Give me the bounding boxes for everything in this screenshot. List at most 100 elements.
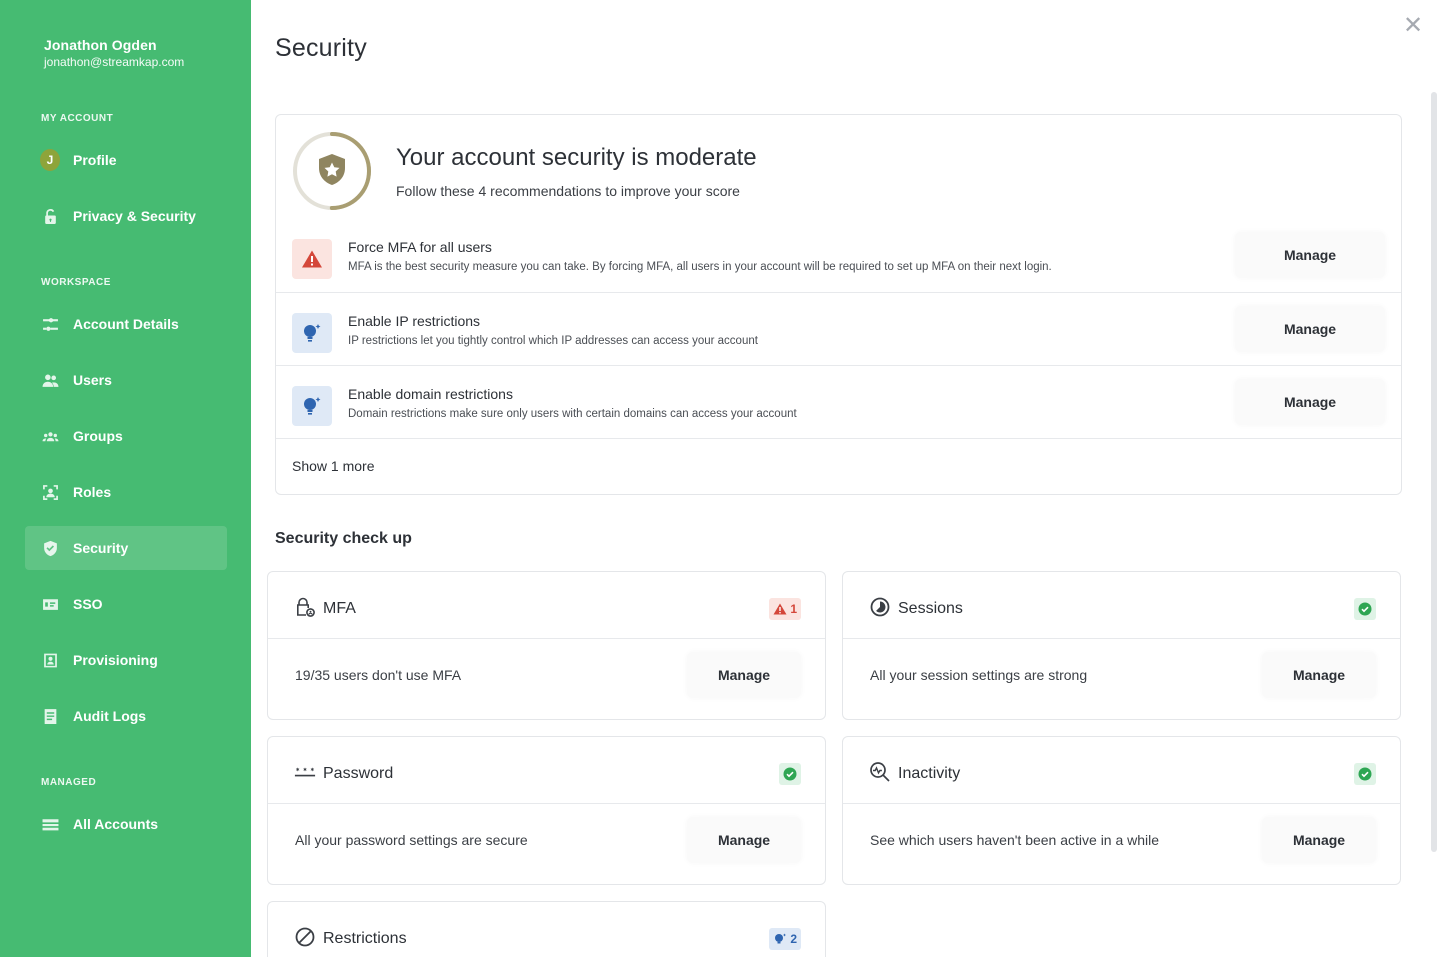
sidebar-item-profile[interactable]: J Profile [25, 138, 227, 182]
groups-icon [40, 426, 60, 446]
security-checkup-title: Security check up [275, 530, 412, 547]
card-header: Sessions [843, 572, 1400, 639]
manage-button[interactable]: Manage [687, 652, 801, 698]
sidebar-item-all-accounts[interactable]: All Accounts [25, 802, 227, 846]
sidebar-item-label: Account Details [73, 316, 179, 332]
card-text: See which users haven't been active in a… [870, 832, 1160, 848]
sidebar-item-account-details[interactable]: Account Details [25, 302, 227, 346]
sidebar-item-label: Users [73, 372, 112, 388]
section-label-managed: MANAGED [41, 777, 97, 788]
user-info: Jonathon Ogden jonathon@streamkap.com [44, 37, 184, 69]
check-icon [1354, 763, 1376, 785]
section-label-workspace: WORKSPACE [41, 277, 111, 288]
card-header: Restrictions 2 [268, 902, 825, 957]
card-text: All your session settings are strong [870, 667, 1088, 683]
manage-button[interactable]: Manage [1235, 232, 1385, 278]
recommendation-ip-restrictions: Enable IP restrictions IP restrictions l… [276, 292, 1401, 365]
scrollbar[interactable] [1431, 92, 1437, 852]
lock-person-icon [294, 596, 316, 618]
checkup-card-mfa: MFA 1 19/35 users don't use MFA Manage [267, 571, 826, 720]
manage-button[interactable]: Manage [687, 817, 801, 863]
sidebar-item-security[interactable]: Security [25, 526, 227, 570]
prohibited-icon [294, 926, 316, 948]
badge-count: 1 [790, 602, 797, 616]
check-icon [779, 763, 801, 785]
document-icon [40, 706, 60, 726]
warning-icon [292, 239, 332, 279]
badge-count: 2 [790, 932, 797, 946]
card-text: All your password settings are secure [295, 832, 528, 848]
recommendation-description: MFA is the best security measure you can… [348, 261, 1052, 273]
page-title: Security [275, 34, 367, 62]
card-title: Password [323, 765, 394, 782]
users-icon [40, 370, 60, 390]
close-icon[interactable]: ✕ [1403, 14, 1423, 38]
roles-icon [40, 482, 60, 502]
lightbulb-icon [292, 313, 332, 353]
sidebar-item-provisioning[interactable]: Provisioning [25, 638, 227, 682]
search-activity-icon [869, 761, 891, 783]
accounts-icon [40, 814, 60, 834]
sidebar-item-label: Groups [73, 428, 123, 444]
manage-button[interactable]: Manage [1262, 652, 1376, 698]
sidebar-item-audit-logs[interactable]: Audit Logs [25, 694, 227, 738]
lightbulb-icon [775, 933, 787, 944]
sidebar-item-sso[interactable]: SSO [25, 582, 227, 626]
security-score-subtitle: Follow these 4 recommendations to improv… [396, 183, 740, 199]
card-title: Sessions [898, 600, 963, 617]
sidebar-item-users[interactable]: Users [25, 358, 227, 402]
checkup-card-password: Password All your password settings are … [267, 736, 826, 885]
card-title: Restrictions [323, 930, 407, 947]
sidebar-item-groups[interactable]: Groups [25, 414, 227, 458]
checkup-card-sessions: Sessions All your session settings are s… [842, 571, 1401, 720]
avatar: J [40, 149, 60, 171]
show-more-link[interactable]: Show 1 more [292, 458, 374, 474]
sso-icon [40, 594, 60, 614]
sidebar-item-label: All Accounts [73, 816, 159, 832]
sidebar-item-privacy-security[interactable]: Privacy & Security [25, 194, 227, 238]
avatar-letter: J [40, 149, 60, 171]
show-more-row [276, 438, 1401, 495]
sidebar-item-label: Privacy & Security [73, 208, 196, 224]
sidebar-item-label: Profile [73, 152, 117, 168]
lock-icon [40, 206, 60, 226]
sidebar-item-label: Roles [73, 484, 112, 500]
card-header: Inactivity [843, 737, 1400, 804]
recommendation-domain-restrictions: Enable domain restrictions Domain restri… [276, 365, 1401, 438]
sidebar-item-label: Provisioning [73, 652, 158, 668]
recommendation-description: Domain restrictions make sure only users… [348, 408, 797, 420]
card-title: Inactivity [898, 765, 961, 782]
lightbulb-icon [292, 386, 332, 426]
card-title: MFA [323, 600, 356, 617]
shield-check-icon [40, 538, 60, 558]
recommendation-title: Enable domain restrictions [348, 386, 513, 402]
security-score-title: Your account security is moderate [396, 144, 757, 171]
warning-badge: 1 [769, 598, 801, 620]
card-text: 19/35 users don't use MFA [295, 667, 462, 683]
checkup-card-inactivity: Inactivity See which users haven't been … [842, 736, 1401, 885]
sliders-icon [40, 314, 60, 334]
sidebar-item-roles[interactable]: Roles [25, 470, 227, 514]
info-badge: 2 [769, 928, 801, 950]
sidebar: Jonathon Ogden jonathon@streamkap.com MY… [0, 0, 251, 957]
warning-icon [773, 603, 787, 615]
sidebar-item-label: SSO [73, 596, 103, 612]
recommendation-title: Force MFA for all users [348, 239, 492, 255]
card-header: MFA 1 [268, 572, 825, 639]
recommendation-description: IP restrictions let you tightly control … [348, 335, 758, 347]
provisioning-icon [40, 650, 60, 670]
card-header: Password [268, 737, 825, 804]
sidebar-item-label: Audit Logs [73, 708, 147, 724]
recommendation-title: Enable IP restrictions [348, 313, 481, 329]
security-score-card: Your account security is moderate Follow… [275, 114, 1402, 495]
sidebar-item-label: Security [73, 540, 129, 556]
user-email: jonathon@streamkap.com [44, 55, 185, 69]
manage-button[interactable]: Manage [1262, 817, 1376, 863]
recommendation-force-mfa: Force MFA for all users MFA is the best … [276, 219, 1401, 292]
section-label-my-account: MY ACCOUNT [41, 113, 114, 124]
user-name: Jonathon Ogden [44, 37, 157, 53]
check-icon [1354, 598, 1376, 620]
checkup-card-restrictions: Restrictions 2 [267, 901, 826, 957]
manage-button[interactable]: Manage [1235, 379, 1385, 425]
manage-button[interactable]: Manage [1235, 306, 1385, 352]
